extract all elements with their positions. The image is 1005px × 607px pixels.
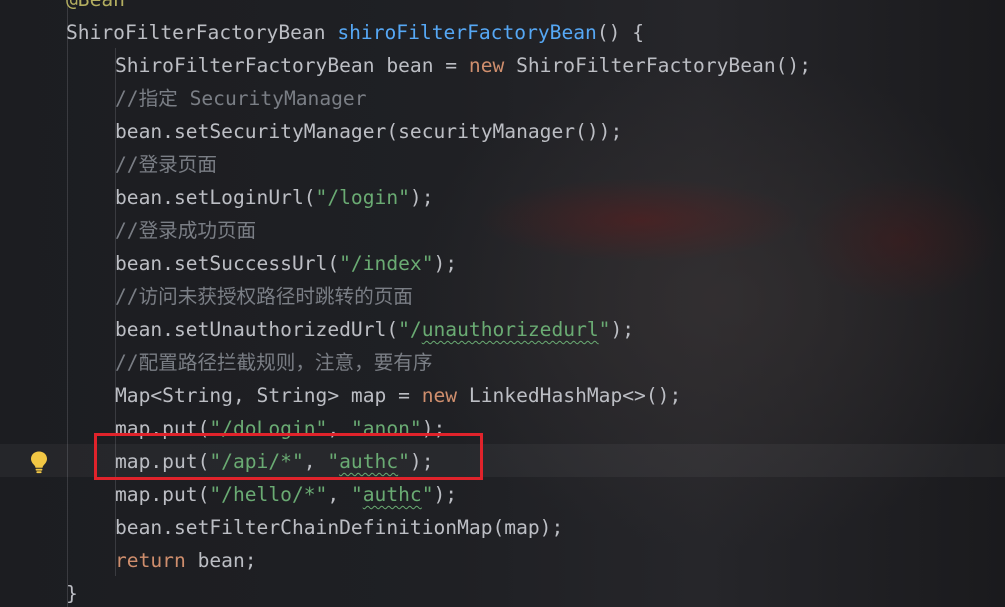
code-token: ); bbox=[433, 483, 458, 506]
code-token: unauthorizedurl bbox=[421, 318, 599, 341]
code-line[interactable]: bean.setLoginUrl("/login"); bbox=[0, 181, 434, 214]
code-token: bean.setLoginUrl( bbox=[115, 186, 316, 209]
code-line[interactable]: //指定 SecurityManager bbox=[0, 82, 367, 115]
code-line[interactable]: bean.setFilterChainDefinitionMap(map); bbox=[0, 511, 563, 544]
code-token: authc bbox=[362, 483, 422, 506]
code-line[interactable]: Map<String, String> map = new LinkedHash… bbox=[0, 379, 681, 412]
code-token: //登录页面 bbox=[115, 153, 217, 176]
code-line[interactable]: //访问未获授权路径时跳转的页面 bbox=[0, 280, 413, 313]
code-line[interactable]: //配置路径拦截规则，注意，要有序 bbox=[0, 346, 433, 379]
code-line[interactable]: bean.setSuccessUrl("/index"); bbox=[0, 247, 457, 280]
code-line[interactable]: @Bean bbox=[0, 0, 125, 16]
code-token: Map<String, String> map = bbox=[115, 384, 422, 407]
code-line[interactable]: return bean; bbox=[0, 544, 257, 577]
code-token: ); bbox=[433, 252, 458, 275]
code-line[interactable]: //登录页面 bbox=[0, 148, 217, 181]
code-token: map.put( bbox=[115, 483, 210, 506]
code-token: bean.setUnauthorizedUrl( bbox=[115, 318, 399, 341]
code-token: //访问未获授权路径时跳转的页面 bbox=[115, 285, 413, 308]
code-token: "/ bbox=[398, 318, 422, 341]
code-token: " bbox=[350, 483, 363, 506]
code-line[interactable]: bean.setSecurityManager(securityManager(… bbox=[0, 115, 622, 148]
code-token: ShiroFilterFactoryBean bean = bbox=[115, 54, 469, 77]
code-token: new bbox=[468, 54, 505, 77]
code-line[interactable]: bean.setUnauthorizedUrl("/unauthorizedur… bbox=[0, 313, 634, 346]
code-token: bean.setSecurityManager(securityManager(… bbox=[115, 120, 623, 143]
code-token: //配置路径拦截规则，注意，要有序 bbox=[115, 351, 433, 374]
code-line[interactable]: ShiroFilterFactoryBean bean = new ShiroF… bbox=[0, 49, 811, 82]
code-token: " bbox=[598, 318, 611, 341]
code-line[interactable]: ShiroFilterFactoryBean shiroFilterFactor… bbox=[0, 16, 644, 49]
code-line[interactable]: //登录成功页面 bbox=[0, 214, 256, 247]
code-token: "/index" bbox=[339, 252, 434, 275]
code-token: () { bbox=[596, 21, 645, 44]
code-token: ShiroFilterFactoryBean bbox=[66, 21, 338, 44]
code-token: ShiroFilterFactoryBean(); bbox=[504, 54, 812, 77]
lightbulb-icon[interactable] bbox=[29, 450, 49, 474]
code-token: , bbox=[327, 483, 351, 506]
code-token: } bbox=[66, 582, 78, 605]
code-token: ); bbox=[610, 318, 635, 341]
code-token: //登录成功页面 bbox=[115, 219, 257, 242]
code-token: " bbox=[421, 483, 434, 506]
code-token: bean.setFilterChainDefinitionMap(map); bbox=[115, 516, 564, 539]
code-token: LinkedHashMap<>(); bbox=[457, 384, 682, 407]
code-token: shiroFilterFactoryBean bbox=[337, 21, 597, 44]
code-editor[interactable]: @Bean ShiroFilterFactoryBean shiroFilterF… bbox=[0, 0, 1005, 607]
code-token: new bbox=[421, 384, 458, 407]
code-line[interactable]: } bbox=[0, 577, 78, 607]
code-token: ); bbox=[409, 186, 434, 209]
code-token: "/login" bbox=[315, 186, 410, 209]
red-annotation-box bbox=[94, 433, 483, 480]
code-token: "/hello/*" bbox=[209, 483, 328, 506]
code-line[interactable]: map.put("/hello/*", "authc"); bbox=[0, 478, 457, 511]
code-token: bean.setSuccessUrl( bbox=[115, 252, 340, 275]
code-token: return bbox=[115, 549, 186, 572]
code-token: @Bean bbox=[66, 0, 125, 11]
code-token: //指定 SecurityManager bbox=[115, 87, 367, 110]
code-token: bean; bbox=[185, 549, 257, 572]
